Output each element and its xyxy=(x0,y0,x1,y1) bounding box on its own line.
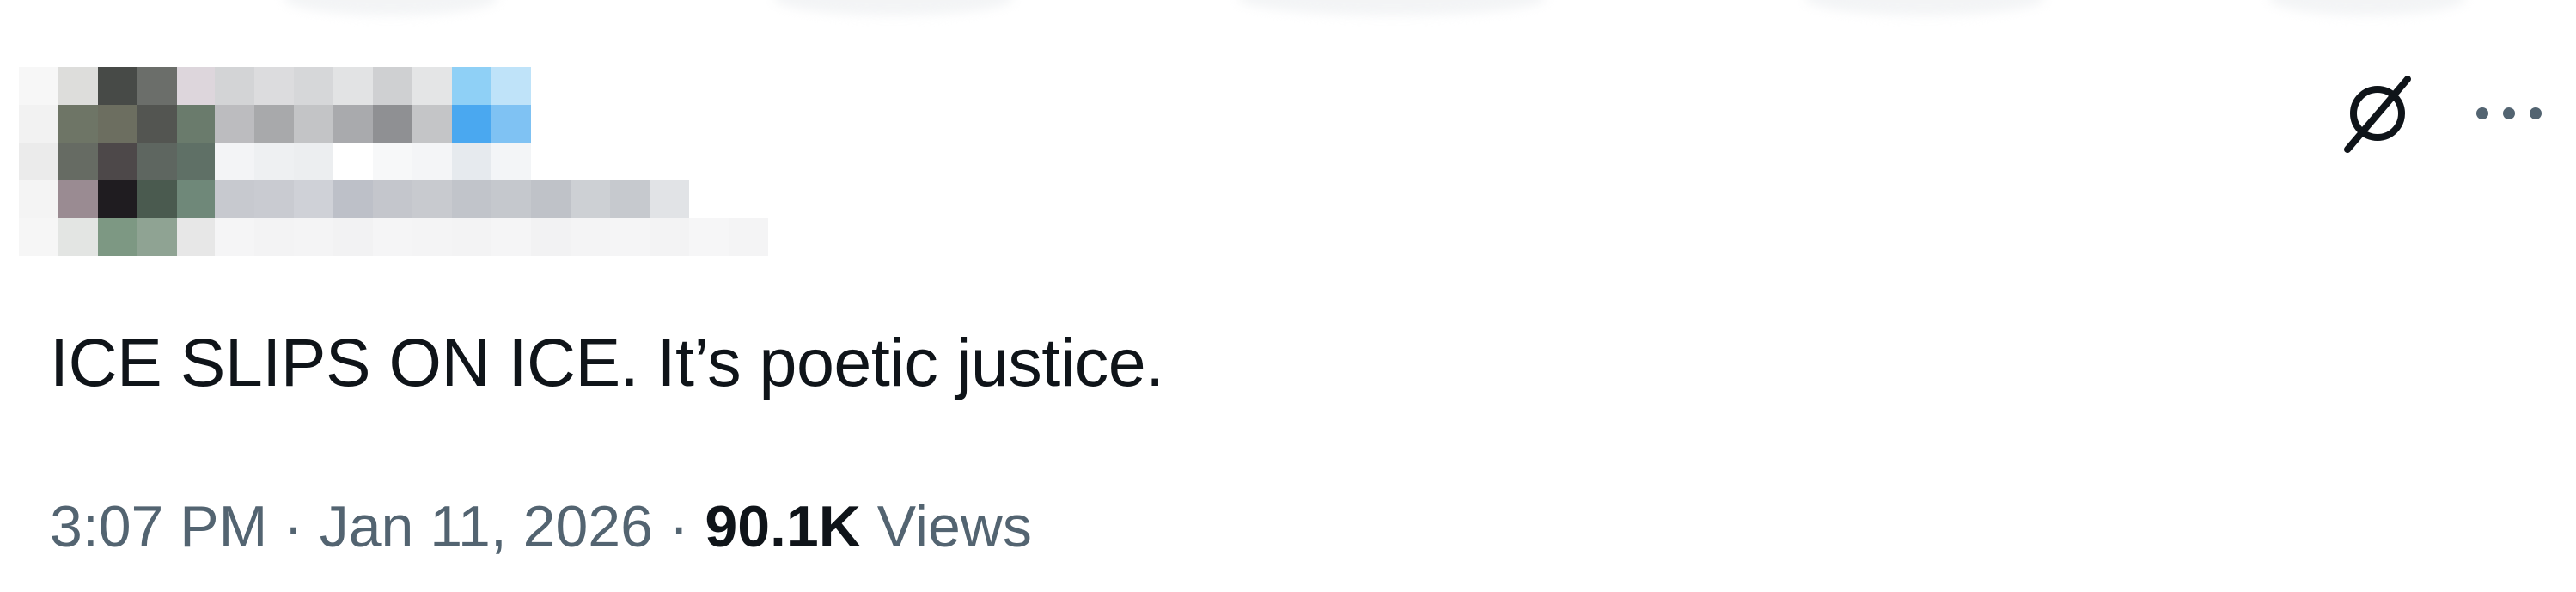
meta-separator: · xyxy=(284,494,303,559)
display-name-and-handle[interactable] xyxy=(215,67,833,256)
avatar[interactable] xyxy=(19,67,215,256)
tweet-header xyxy=(0,0,2576,284)
more-options-icon[interactable] xyxy=(2476,101,2542,126)
grok-icon[interactable] xyxy=(2339,72,2416,155)
meta-separator: · xyxy=(668,494,689,559)
tweet-meta: 3:07 PM · Jan 11, 2026 · 90.1K Views xyxy=(50,488,1032,565)
tweet-time: 3:07 PM xyxy=(50,494,268,559)
tweet-timestamp-link[interactable]: 3:07 PM · Jan 11, 2026 xyxy=(50,494,653,559)
tweet-date: Jan 11, 2026 xyxy=(319,494,653,559)
tweet-actions xyxy=(2339,72,2542,155)
views-label: Views xyxy=(876,494,1032,559)
tweet-text: ICE SLIPS ON ICE. It’s poetic justice. xyxy=(50,324,1164,400)
views-count: 90.1K xyxy=(705,494,861,559)
